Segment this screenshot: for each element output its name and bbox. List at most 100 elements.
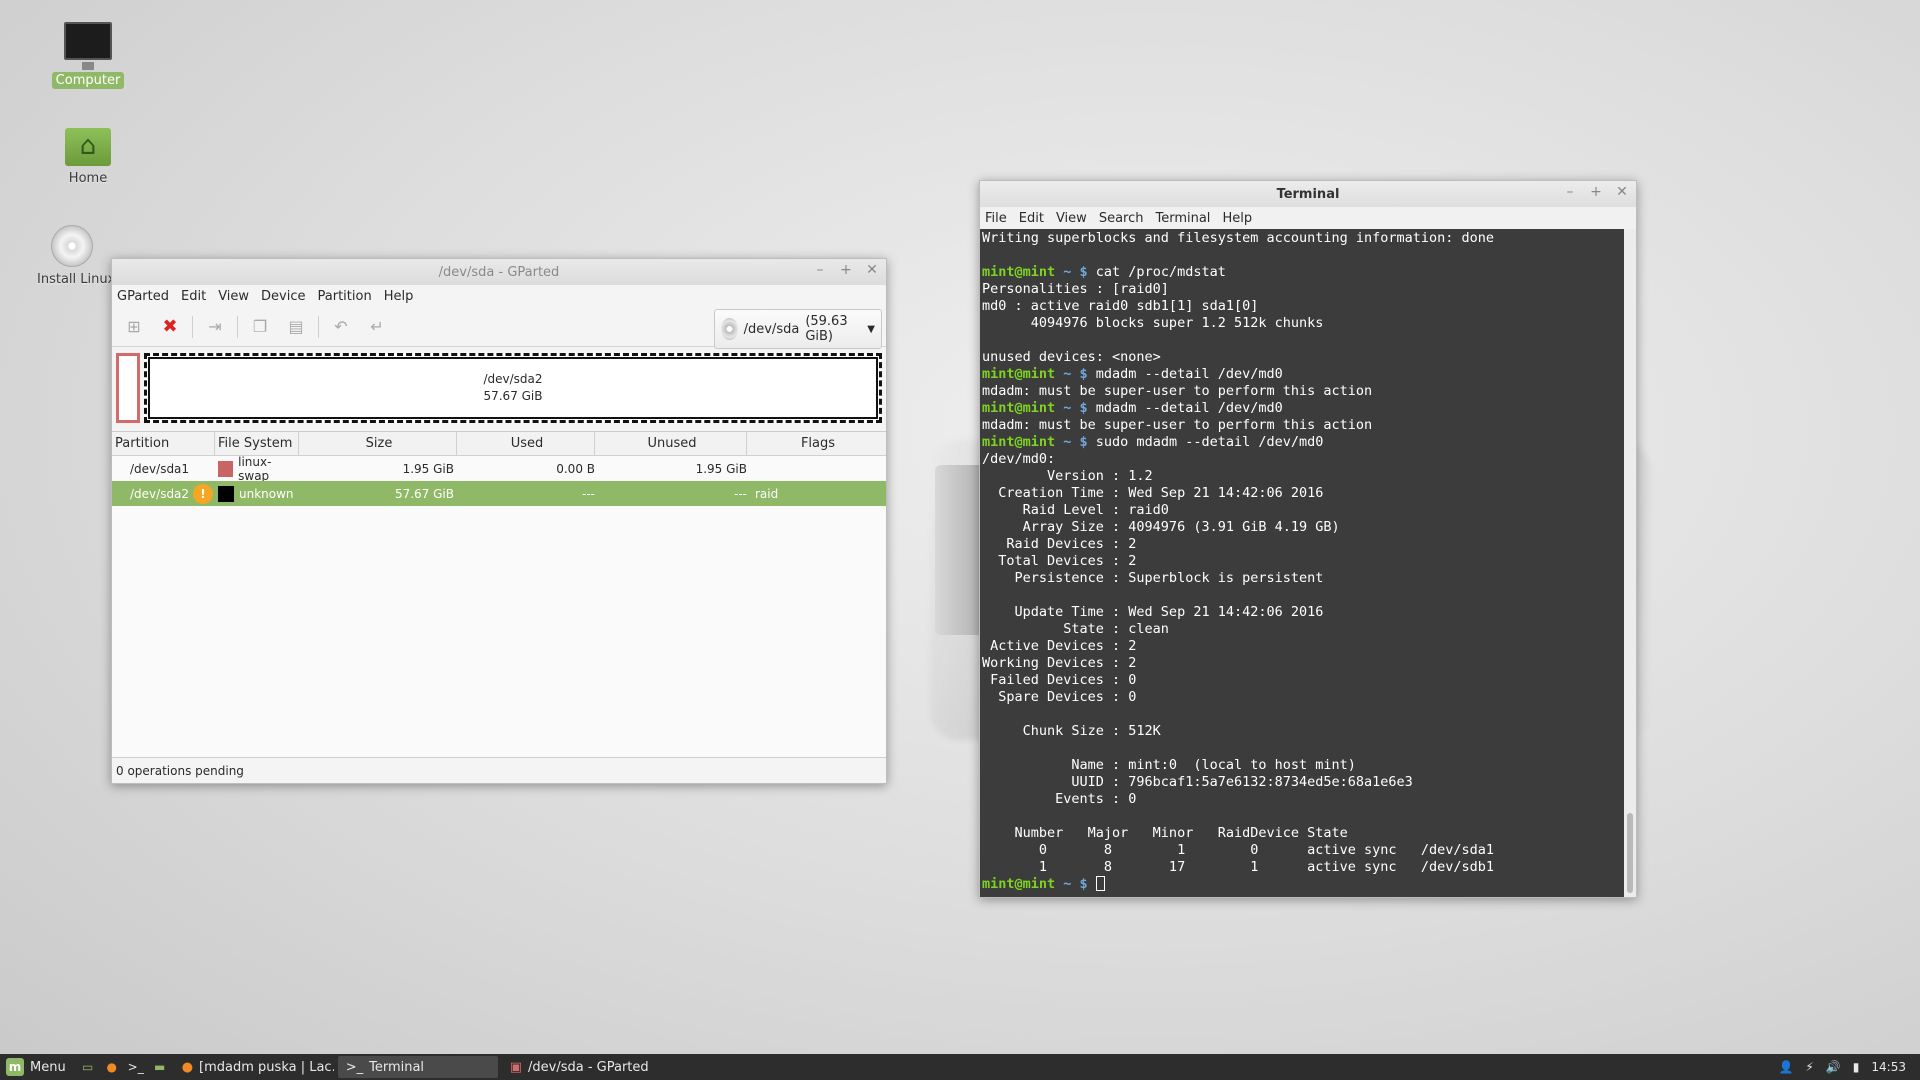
- close-icon[interactable]: ✕: [1614, 184, 1630, 200]
- warning-icon: !: [193, 483, 213, 504]
- power-icon[interactable]: ▮: [1853, 1060, 1860, 1074]
- minimize-icon[interactable]: –: [1562, 184, 1578, 200]
- close-icon[interactable]: ✕: [864, 262, 880, 278]
- scrollbar-thumb[interactable]: [1627, 813, 1633, 893]
- terminal-output-line: Update Time : Wed Sep 21 14:42:06 2016: [982, 604, 1324, 620]
- clock[interactable]: 14:53: [1871, 1060, 1906, 1074]
- menu-view[interactable]: View: [1056, 211, 1087, 226]
- terminal-output-line: Working Devices : 2: [982, 655, 1137, 671]
- gparted-titlebar[interactable]: /dev/sda - GParted – + ✕: [112, 259, 886, 285]
- device-size: (59.63 GiB): [805, 314, 848, 344]
- menu-view[interactable]: View: [218, 289, 249, 304]
- terminal-output-line: Writing superblocks and filesystem accou…: [982, 230, 1495, 246]
- cell-partition: /dev/sda1: [130, 461, 190, 476]
- window-title: Terminal: [1276, 186, 1340, 202]
- menu-help[interactable]: Help: [384, 289, 414, 304]
- desktop-icon-home[interactable]: Home: [33, 128, 143, 187]
- menu-edit[interactable]: Edit: [1019, 211, 1044, 226]
- menu-button[interactable]: m Menu: [0, 1054, 74, 1080]
- fs-color-swatch: [218, 485, 234, 502]
- terminal-output-line: 1 8 17 1 active sync /dev/sdb1: [982, 859, 1495, 875]
- table-row[interactable]: /dev/sda1 linux-swap 1.95 GiB 0.00 B 1.9…: [112, 455, 886, 483]
- task-firefox[interactable]: ● [mdadm puska | Lac...: [174, 1056, 334, 1078]
- computer-icon: [64, 22, 112, 70]
- toolbar-separator: [318, 315, 319, 338]
- terminal-titlebar[interactable]: Terminal – + ✕: [980, 181, 1636, 207]
- partition-table: Partition File System Size Used Unused F…: [112, 431, 886, 761]
- maximize-icon[interactable]: +: [1588, 184, 1604, 200]
- column-header-partition[interactable]: Partition: [112, 432, 215, 455]
- menu-terminal[interactable]: Terminal: [1155, 211, 1210, 226]
- desktop-icon-computer[interactable]: Computer: [33, 22, 143, 89]
- column-header-flags[interactable]: Flags: [747, 432, 886, 455]
- task-gparted[interactable]: ▣ /dev/sda - GParted: [502, 1056, 662, 1078]
- toolbar-separator: [192, 315, 193, 338]
- column-header-used[interactable]: Used: [457, 432, 595, 455]
- diskmap-partition-sda2[interactable]: /dev/sda2 57.67 GiB: [144, 353, 882, 423]
- prompt-dir: ~ $: [1055, 876, 1096, 892]
- terminal-output-line: 0 8 1 0 active sync /dev/sda1: [982, 842, 1495, 858]
- prompt-user: mint@mint: [982, 434, 1056, 450]
- fs-color-swatch: [218, 460, 234, 477]
- terminal-scrollbar[interactable]: [1624, 229, 1636, 897]
- command-text: sudo mdadm --detail /dev/md0: [1095, 434, 1324, 450]
- terminal-output[interactable]: Writing superblocks and filesystem accou…: [980, 229, 1624, 897]
- diskmap-partition-size: 57.67 GiB: [483, 389, 543, 403]
- chevron-down-icon: ▼: [867, 323, 875, 335]
- copy-icon[interactable]: ❐: [246, 313, 274, 341]
- minimize-icon[interactable]: –: [812, 262, 828, 278]
- terminal-window: Terminal – + ✕ File Edit View Search Ter…: [979, 180, 1637, 898]
- prompt-user: mint@mint: [982, 400, 1056, 416]
- cell-used: 0.00 B: [556, 461, 595, 476]
- user-icon[interactable]: 👤: [1778, 1060, 1793, 1074]
- column-header-size[interactable]: Size: [299, 432, 457, 455]
- terminal-output-line: Persistence : Superblock is persistent: [982, 570, 1324, 586]
- menu-file[interactable]: File: [985, 211, 1007, 226]
- terminal-output-line: Personalities : [raid0]: [982, 281, 1169, 297]
- new-partition-icon[interactable]: ⊞: [120, 313, 148, 341]
- command-text: mdadm --detail /dev/md0: [1095, 400, 1283, 416]
- firefox-icon[interactable]: ●: [102, 1058, 122, 1076]
- menu-partition[interactable]: Partition: [318, 289, 372, 304]
- delete-partition-icon[interactable]: ✖: [156, 313, 184, 341]
- cell-filesystem: linux-swap: [215, 455, 299, 483]
- table-row-selected[interactable]: /dev/sda2 ! unknown 57.67 GiB --- --- ra…: [112, 481, 886, 506]
- show-desktop-icon[interactable]: ▭: [78, 1058, 98, 1076]
- task-terminal[interactable]: >_ Terminal: [337, 1056, 498, 1078]
- status-text: 0 operations pending: [116, 763, 244, 778]
- task-label: /dev/sda - GParted: [528, 1059, 649, 1075]
- terminal-output-line: Name : mint:0 (local to host mint): [982, 757, 1356, 773]
- network-icon[interactable]: ⚡: [1805, 1060, 1813, 1074]
- desktop-icon-install[interactable]: Install Linux Mint: [33, 225, 111, 288]
- column-header-filesystem[interactable]: File System: [215, 432, 299, 455]
- terminal-output-line: Events : 0: [982, 791, 1137, 807]
- cell-filesystem-label: unknown: [239, 486, 294, 501]
- device-selector[interactable]: /dev/sda (59.63 GiB) ▼: [714, 309, 882, 349]
- column-header-unused[interactable]: Unused: [595, 432, 747, 455]
- menu-help[interactable]: Help: [1222, 211, 1252, 226]
- menu-search[interactable]: Search: [1099, 211, 1144, 226]
- terminal-command-line: mint@mint ~ $: [982, 876, 1622, 893]
- task-label: [mdadm puska | Lac...: [199, 1059, 334, 1075]
- menu-gparted[interactable]: GParted: [117, 289, 169, 304]
- menu-edit[interactable]: Edit: [181, 289, 206, 304]
- files-folder-icon[interactable]: ▬: [150, 1058, 170, 1076]
- desktop-icon-label: Home: [68, 171, 108, 186]
- undo-icon[interactable]: ↶: [327, 313, 355, 341]
- apply-icon[interactable]: ↵: [363, 313, 391, 341]
- diskmap-partition-sda1[interactable]: [116, 353, 140, 423]
- terminal-icon[interactable]: >_: [126, 1058, 146, 1076]
- harddisk-icon: [721, 318, 738, 340]
- paste-icon[interactable]: ▤: [282, 313, 310, 341]
- menu-device[interactable]: Device: [261, 289, 305, 304]
- terminal-output-line: mdadm: must be super-user to perform thi…: [982, 417, 1373, 433]
- terminal-output-line: Total Devices : 2: [982, 553, 1137, 569]
- terminal-output-line: 4094976 blocks super 1.2 512k chunks: [982, 315, 1324, 331]
- resize-move-icon[interactable]: ⇥: [201, 313, 229, 341]
- terminal-output-line: Creation Time : Wed Sep 21 14:42:06 2016: [982, 485, 1324, 501]
- table-header: Partition File System Size Used Unused F…: [112, 432, 886, 456]
- maximize-icon[interactable]: +: [838, 262, 854, 278]
- volume-icon[interactable]: 🔊: [1826, 1060, 1841, 1074]
